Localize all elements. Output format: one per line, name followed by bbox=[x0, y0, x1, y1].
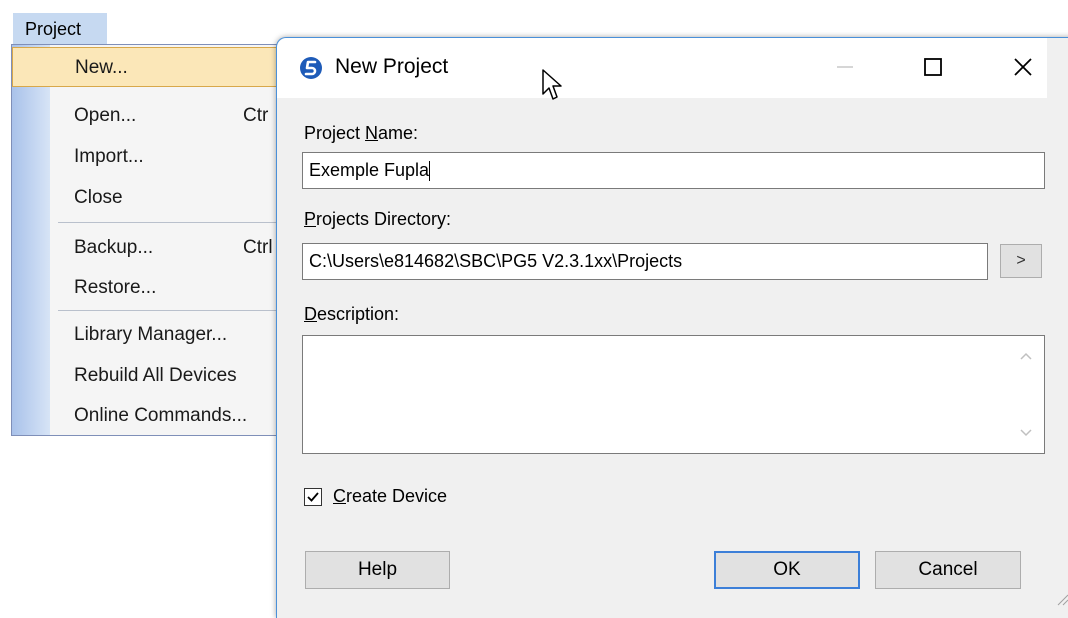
menu-item-new[interactable]: New... bbox=[12, 47, 310, 87]
menu-item-close[interactable]: Close bbox=[12, 178, 310, 218]
menu-item-shortcut: Ctrl bbox=[243, 237, 273, 258]
ok-button[interactable]: OK bbox=[714, 551, 860, 589]
menu-item-label: New... bbox=[75, 57, 128, 78]
menu-item-rebuild-all-devices[interactable]: Rebuild All Devices bbox=[12, 356, 310, 396]
mouse-pointer-icon bbox=[542, 69, 562, 100]
description-textarea[interactable] bbox=[302, 335, 1045, 454]
dialog-title: New Project bbox=[335, 55, 449, 78]
menu-item-label: Online Commands... bbox=[74, 405, 248, 426]
create-device-label[interactable]: Create Device bbox=[333, 486, 447, 507]
description-label: Description: bbox=[304, 304, 399, 325]
project-name-input[interactable]: Exemple Fupla bbox=[302, 152, 1045, 189]
project-menu-dropdown: New... Open... Ctr Import... Close Backu… bbox=[11, 44, 311, 436]
close-icon[interactable] bbox=[1008, 52, 1038, 82]
label-text: reate Device bbox=[346, 486, 448, 506]
scroll-down-arrow-icon[interactable] bbox=[1018, 427, 1034, 439]
minimize-icon[interactable] bbox=[830, 52, 860, 82]
menu-item-label: Close bbox=[74, 187, 123, 208]
menu-item-label: Backup... bbox=[74, 237, 154, 258]
menu-item-label: Rebuild All Devices bbox=[74, 365, 237, 386]
label-accel-key: D bbox=[304, 304, 317, 324]
project-name-label: Project Name: bbox=[304, 123, 418, 144]
maximize-icon[interactable] bbox=[918, 52, 948, 82]
menu-item-open[interactable]: Open... Ctr bbox=[12, 96, 310, 136]
menu-separator bbox=[58, 222, 310, 223]
label-accel-key: P bbox=[304, 209, 317, 229]
help-button[interactable]: Help bbox=[305, 551, 450, 589]
label-accel-key: N bbox=[365, 123, 379, 143]
pg5-logo-icon bbox=[300, 57, 322, 79]
projects-directory-label: Projects Directory: bbox=[304, 209, 451, 230]
scroll-up-arrow-icon[interactable] bbox=[1018, 350, 1034, 362]
menu-item-label: Open... bbox=[74, 105, 137, 126]
menu-item-label: Import... bbox=[74, 146, 144, 167]
menu-item-shortcut: Ctr bbox=[243, 105, 269, 126]
browse-directory-button[interactable]: > bbox=[1000, 244, 1042, 278]
label-text: escription: bbox=[317, 304, 400, 324]
menu-item-label: Library Manager... bbox=[74, 324, 228, 345]
menu-item-library-manager[interactable]: Library Manager... bbox=[12, 315, 310, 355]
label-text: Project bbox=[304, 123, 366, 143]
menu-separator bbox=[58, 310, 310, 311]
label-text: ame: bbox=[378, 123, 419, 143]
label-accel-key: C bbox=[333, 486, 346, 506]
menu-item-label: Restore... bbox=[74, 277, 157, 298]
create-device-checkbox[interactable] bbox=[304, 488, 322, 506]
new-project-dialog: New Project Project Name: Exemple Fupla … bbox=[276, 37, 1068, 618]
dialog-titlebar[interactable]: New Project bbox=[277, 38, 1047, 100]
resize-grip-icon[interactable] bbox=[1053, 590, 1068, 606]
projects-directory-input[interactable]: C:\Users\e814682\SBC\PG5 V2.3.1xx\Projec… bbox=[302, 243, 988, 280]
project-name-value: Exemple Fupla bbox=[309, 160, 430, 180]
cancel-button[interactable]: Cancel bbox=[875, 551, 1021, 589]
checkmark-icon bbox=[307, 492, 319, 502]
menu-item-import[interactable]: Import... bbox=[12, 137, 310, 177]
label-text: rojects Directory: bbox=[316, 209, 452, 229]
projects-directory-value: C:\Users\e814682\SBC\PG5 V2.3.1xx\Projec… bbox=[309, 251, 683, 271]
menu-item-restore[interactable]: Restore... bbox=[12, 268, 310, 308]
menu-item-backup[interactable]: Backup... Ctrl bbox=[12, 228, 310, 268]
text-caret bbox=[429, 161, 431, 182]
menu-project-title[interactable]: Project bbox=[13, 13, 107, 46]
menu-item-online-commands[interactable]: Online Commands... bbox=[12, 396, 310, 436]
